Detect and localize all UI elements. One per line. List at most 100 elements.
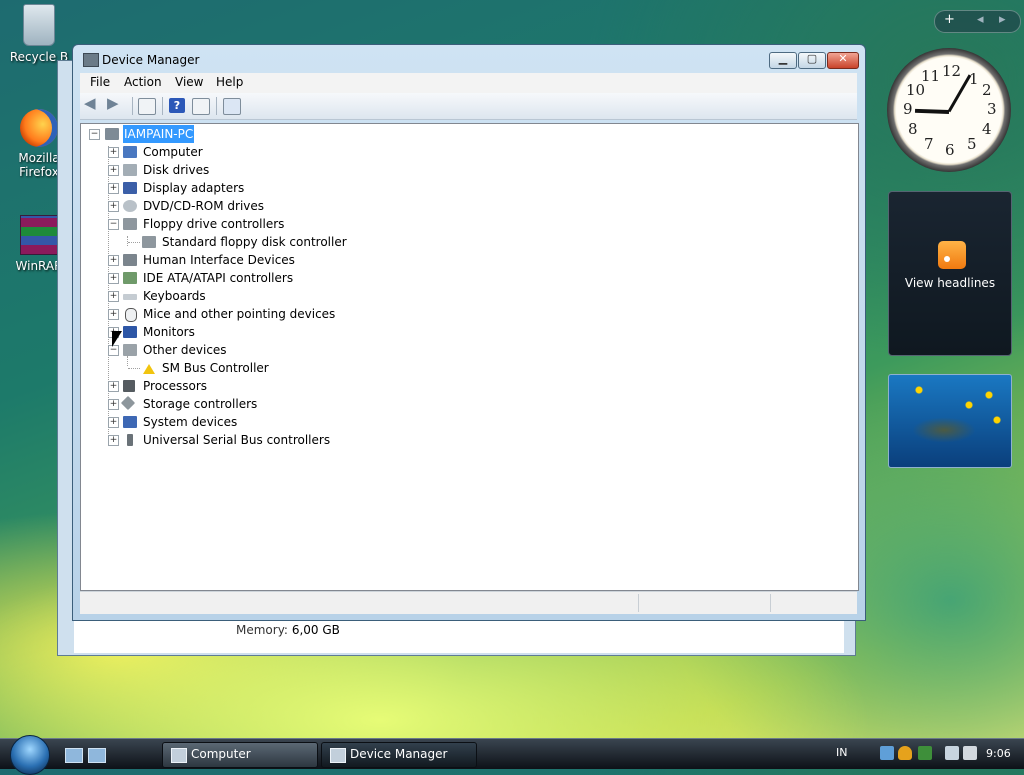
expand-icon[interactable]: + xyxy=(108,381,119,392)
disk-drive-icon xyxy=(123,164,137,176)
expand-icon[interactable]: + xyxy=(108,309,119,320)
feed-label[interactable]: View headlines xyxy=(889,276,1011,290)
taskbar-button-label: Device Manager xyxy=(350,747,448,761)
language-indicator[interactable]: IN xyxy=(836,746,847,759)
volume-muted-icon[interactable] xyxy=(963,746,977,760)
network-status-icon[interactable] xyxy=(945,746,959,760)
firefox-icon xyxy=(20,109,58,147)
category-label: Monitors xyxy=(143,325,195,339)
dvd-drive-icon xyxy=(123,200,137,212)
clock-number: 11 xyxy=(921,67,941,85)
tree-category[interactable]: + Human Interface Devices xyxy=(81,251,481,269)
tree-category[interactable]: + DVD/CD-ROM drives xyxy=(81,197,481,215)
expand-icon[interactable]: + xyxy=(108,201,119,212)
expand-icon[interactable]: + xyxy=(108,183,119,194)
category-label: Universal Serial Bus controllers xyxy=(143,433,331,447)
system-clock[interactable]: 9:06 xyxy=(986,747,1011,760)
menu-view[interactable]: View xyxy=(175,75,203,89)
expand-icon[interactable]: + xyxy=(108,165,119,176)
network-tray-icon[interactable] xyxy=(880,746,894,760)
tree-category[interactable]: + Disk drives xyxy=(81,161,481,179)
tree-category[interactable]: + Computer xyxy=(81,143,481,161)
device-tree[interactable]: − IAMPAIN-PC + Computer + Disk drives + … xyxy=(80,123,859,591)
tree-device[interactable]: SM Bus Controller xyxy=(81,359,481,377)
menu-action[interactable]: Action xyxy=(124,75,162,89)
collapse-icon[interactable]: − xyxy=(108,219,119,230)
scan-hardware-icon[interactable] xyxy=(223,98,241,115)
back-icon[interactable]: ◀ xyxy=(84,94,100,112)
device-manager-window[interactable]: Device Manager ▁ ▢ ✕ File Action View He… xyxy=(72,44,866,621)
category-label: IDE ATA/ATAPI controllers xyxy=(143,271,294,285)
usb-icon xyxy=(127,434,133,446)
close-icon: ✕ xyxy=(838,52,848,65)
category-label: Storage controllers xyxy=(143,397,258,411)
menu-file[interactable]: File xyxy=(90,75,110,89)
add-gadget-icon[interactable]: + xyxy=(944,12,955,27)
expand-icon[interactable]: + xyxy=(108,273,119,284)
clock-gadget[interactable]: 12 1 2 3 4 5 6 7 8 9 10 11 xyxy=(887,48,1011,172)
expand-icon[interactable]: + xyxy=(108,399,119,410)
taskbar-button-device-manager[interactable]: Device Manager xyxy=(321,742,477,768)
tree-category[interactable]: + Universal Serial Bus controllers xyxy=(81,431,481,449)
category-label: Human Interface Devices xyxy=(143,253,295,267)
tree-category[interactable]: + Processors xyxy=(81,377,481,395)
feed-headlines-gadget[interactable]: View headlines xyxy=(888,191,1012,356)
computer-icon xyxy=(123,146,137,158)
toolbar-separator xyxy=(216,97,217,115)
category-label: Other devices xyxy=(143,343,227,357)
help-icon[interactable]: ? xyxy=(169,98,185,113)
computer-network-icon xyxy=(105,128,119,140)
desktop-icon-recycle-bin[interactable]: Recycle B xyxy=(2,4,76,64)
prev-page-icon[interactable]: ◂ xyxy=(977,12,984,27)
start-button[interactable] xyxy=(10,735,50,775)
monitor-icon xyxy=(123,326,137,338)
category-label: Processors xyxy=(143,379,208,393)
tray-app-icon[interactable] xyxy=(918,746,932,760)
expand-icon[interactable]: + xyxy=(108,147,119,158)
tree-category[interactable]: + Mice and other pointing devices xyxy=(81,305,481,323)
menu-help[interactable]: Help xyxy=(216,75,243,89)
minimize-button[interactable]: ▁ xyxy=(769,52,797,69)
tree-category[interactable]: + Display adapters xyxy=(81,179,481,197)
tree-root[interactable]: − IAMPAIN-PC xyxy=(81,125,381,143)
slideshow-gadget[interactable] xyxy=(888,374,1012,468)
tree-device[interactable]: Standard floppy disk controller xyxy=(81,233,481,251)
hour-hand xyxy=(914,108,950,114)
tree-category[interactable]: + Monitors xyxy=(81,323,481,341)
expand-icon[interactable]: + xyxy=(108,291,119,302)
maximize-button[interactable]: ▢ xyxy=(798,52,826,69)
tree-category[interactable]: + Keyboards xyxy=(81,287,481,305)
title-bar[interactable]: Device Manager ▁ ▢ ✕ xyxy=(73,45,865,73)
properties-icon[interactable] xyxy=(138,98,156,115)
display-adapter-icon xyxy=(123,182,137,194)
clock-number: 8 xyxy=(908,120,918,138)
expand-icon[interactable]: + xyxy=(108,435,119,446)
ide-controller-icon xyxy=(123,272,137,284)
show-desktop-icon[interactable] xyxy=(65,748,83,763)
tree-category[interactable]: − Floppy drive controllers xyxy=(81,215,481,233)
close-button[interactable]: ✕ xyxy=(827,52,859,69)
memory-value: 6,00 GB xyxy=(291,623,340,637)
tree-category[interactable]: − Other devices xyxy=(81,341,481,359)
toolbar-separator xyxy=(162,97,163,115)
show-hidden-icon[interactable] xyxy=(192,98,210,115)
expand-icon[interactable]: + xyxy=(108,255,119,266)
switch-windows-icon[interactable] xyxy=(88,748,106,763)
taskbar-button-computer[interactable]: Computer xyxy=(162,742,318,768)
expand-icon[interactable]: + xyxy=(108,417,119,428)
taskbar: Computer Device Manager IN 9:06 xyxy=(0,735,1024,775)
tree-category[interactable]: + IDE ATA/ATAPI controllers xyxy=(81,269,481,287)
tree-category[interactable]: + System devices xyxy=(81,413,481,431)
security-shield-icon[interactable] xyxy=(898,746,912,760)
recycle-bin-icon xyxy=(23,4,55,46)
warning-icon xyxy=(143,364,155,374)
device-label: Standard floppy disk controller xyxy=(162,235,347,249)
clock-number: 12 xyxy=(942,62,962,80)
status-bar xyxy=(80,591,857,614)
collapse-icon[interactable]: − xyxy=(89,129,100,140)
tree-category[interactable]: + Storage controllers xyxy=(81,395,481,413)
tree-line xyxy=(128,242,140,243)
next-page-icon[interactable]: ▸ xyxy=(999,12,1006,27)
forward-icon[interactable]: ▶ xyxy=(107,94,123,112)
sidebar-controls: + ◂ ▸ xyxy=(934,10,1021,33)
